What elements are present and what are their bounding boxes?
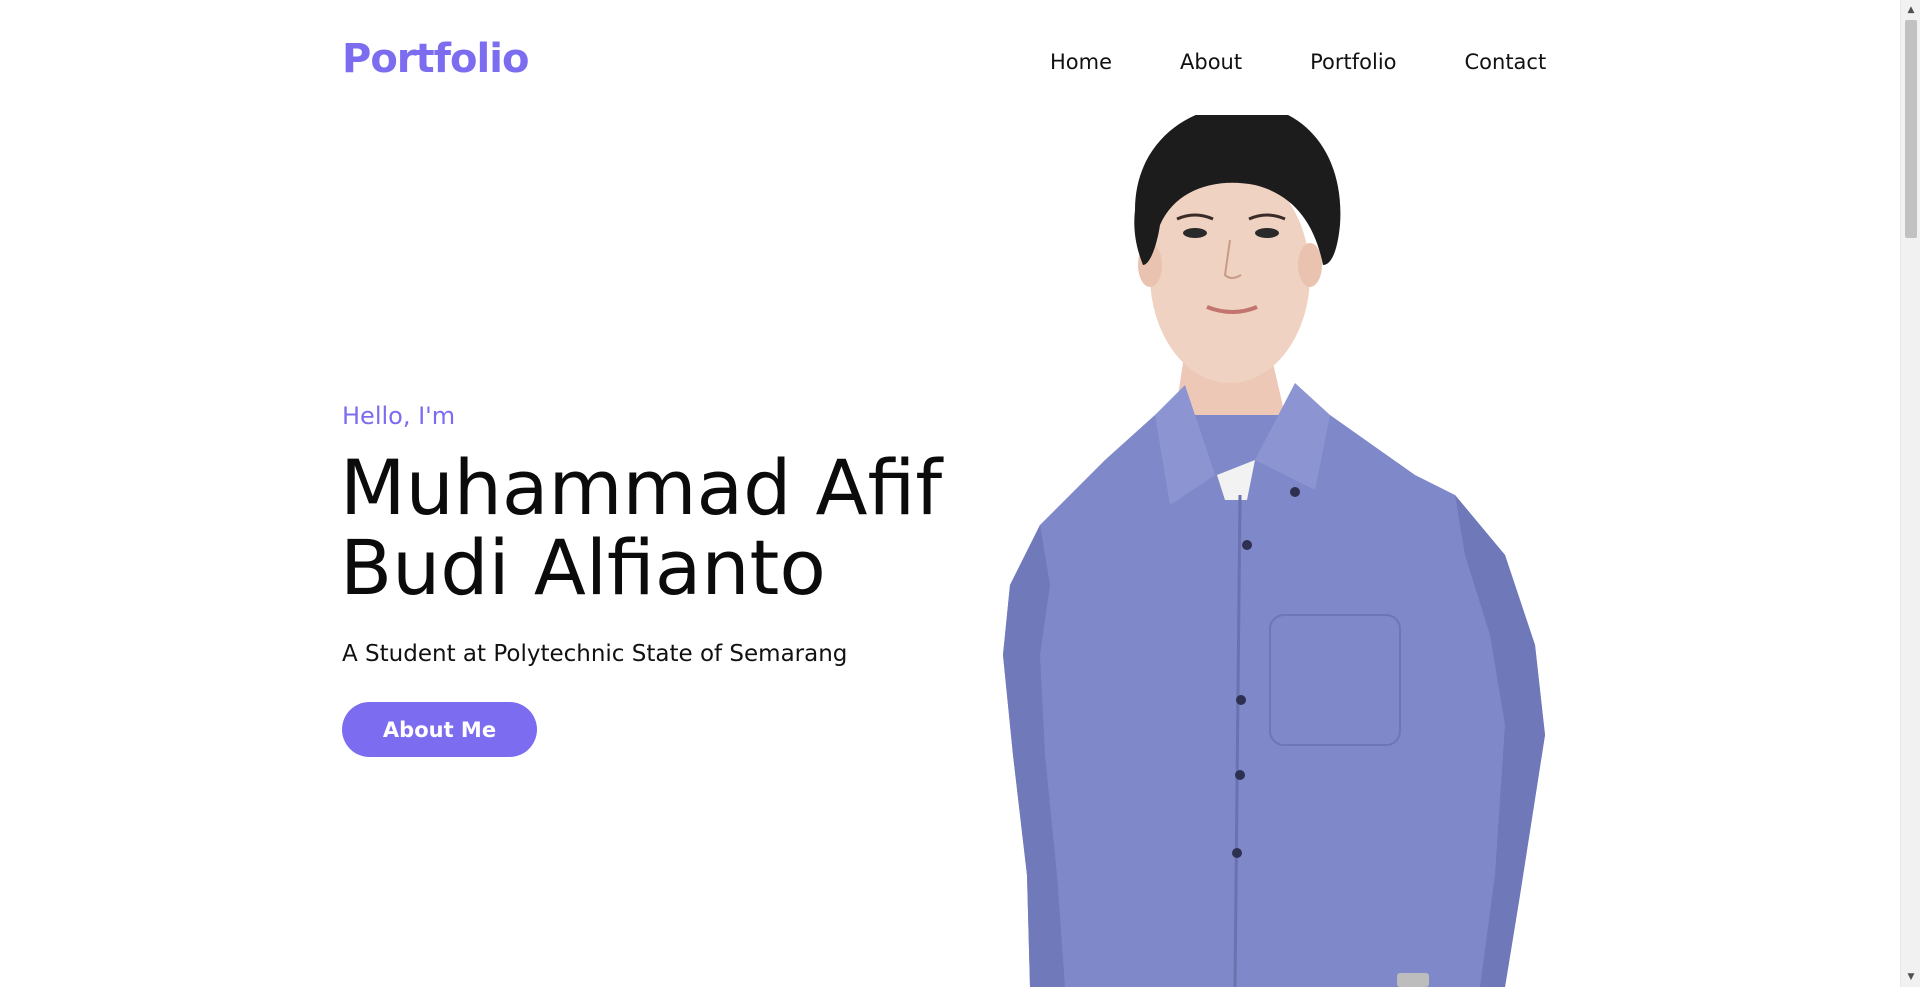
hero-greeting: Hello, I'm bbox=[342, 402, 456, 430]
hero-name-line2: Budi Alfianto bbox=[340, 523, 826, 612]
nav-about[interactable]: About bbox=[1180, 50, 1242, 74]
page-scrollbar[interactable]: ▲ ▼ bbox=[1900, 0, 1920, 987]
hero-name-line1: Muhammad Afif bbox=[340, 443, 943, 532]
portrait-image bbox=[1003, 115, 1545, 987]
portfolio-page: Portfolio Home About Portfolio Contact H… bbox=[0, 0, 1920, 987]
triangle-down-icon[interactable]: ▼ bbox=[1901, 969, 1920, 985]
about-me-button[interactable]: About Me bbox=[342, 702, 537, 757]
hero-tagline: A Student at Polytechnic State of Semara… bbox=[342, 641, 848, 667]
scrollbar-thumb[interactable] bbox=[1905, 20, 1917, 238]
shirt-shape bbox=[1003, 415, 1545, 987]
nav-home[interactable]: Home bbox=[1050, 50, 1112, 74]
site-logo[interactable]: Portfolio bbox=[342, 36, 529, 82]
main-nav: Home About Portfolio Contact bbox=[1050, 50, 1546, 74]
nav-contact[interactable]: Contact bbox=[1465, 50, 1547, 74]
hero-name: Muhammad Afif Budi Alfianto bbox=[340, 448, 980, 608]
triangle-up-icon[interactable]: ▲ bbox=[1901, 2, 1920, 18]
nav-portfolio[interactable]: Portfolio bbox=[1310, 50, 1396, 74]
